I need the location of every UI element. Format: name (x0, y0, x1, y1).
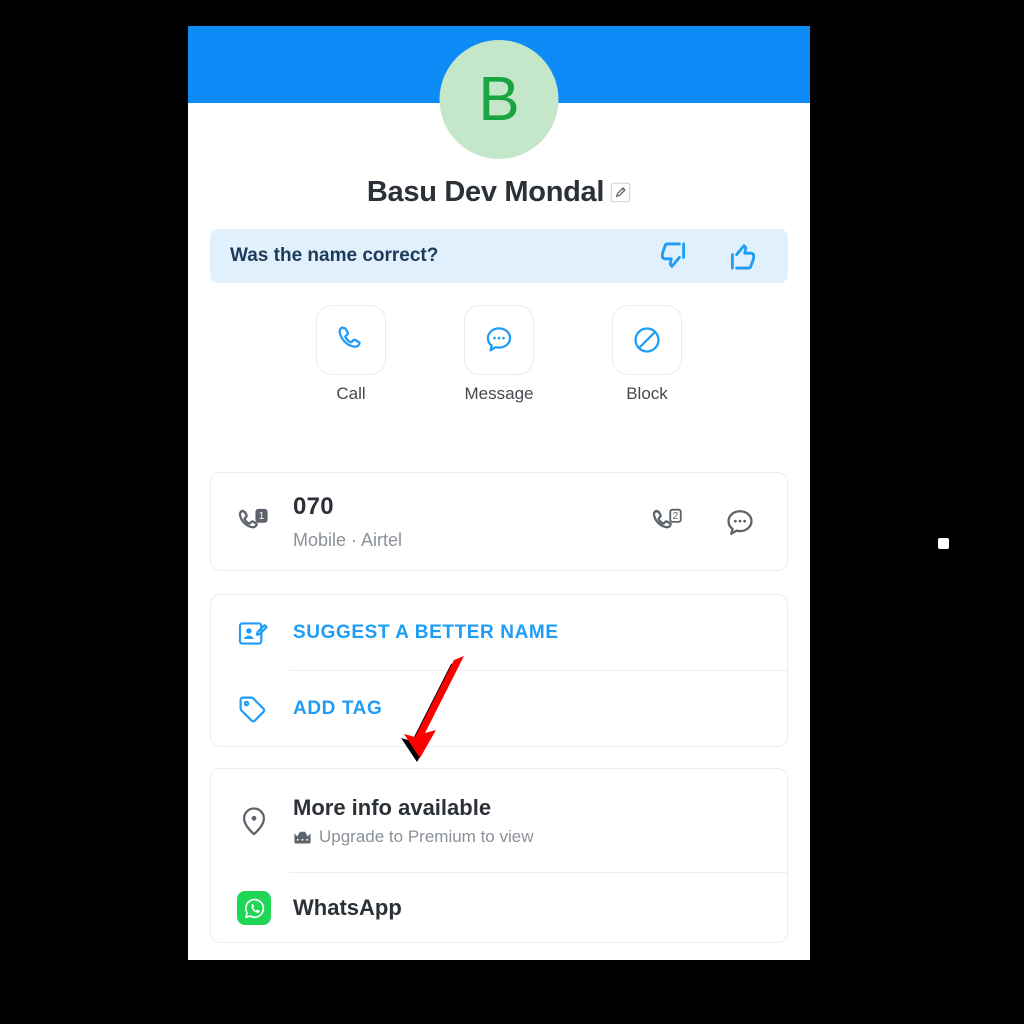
more-info-card: More info available Upgrade to Premium t… (210, 768, 788, 943)
quick-action-block[interactable]: Block (610, 305, 684, 404)
quick-action-label: Call (336, 384, 366, 403)
whatsapp-label: WhatsApp (293, 895, 402, 920)
suggest-better-name-row[interactable]: SUGGEST A BETTER NAME (211, 595, 787, 671)
contact-name-row: Basu Dev Mondal (188, 176, 810, 209)
screen-artifact (938, 538, 949, 549)
add-tag-row[interactable]: ADD TAG (211, 671, 787, 747)
block-tile[interactable] (612, 305, 682, 375)
screenshot-canvas: B Basu Dev Mondal Was the name correct? (0, 0, 1024, 1024)
whatsapp-icon (237, 891, 281, 925)
phone-number-card: 1 070 Mobile · Airtel 2 (210, 472, 788, 571)
suggest-name-icon (237, 618, 281, 649)
more-info-row[interactable]: More info available Upgrade to Premium t… (211, 769, 787, 873)
message-tile[interactable] (464, 305, 534, 375)
phone-number-text-block: 070 Mobile · Airtel (281, 494, 651, 550)
quick-action-message[interactable]: Message (462, 305, 536, 404)
avatar-letter: B (478, 64, 520, 134)
phone-number: 070 (293, 494, 334, 521)
feedback-question: Was the name correct? (230, 245, 439, 266)
quick-action-label: Block (626, 384, 668, 403)
location-pin-icon (237, 804, 281, 838)
more-info-text-block: More info available Upgrade to Premium t… (281, 795, 533, 847)
avatar[interactable]: B (439, 40, 559, 159)
svg-text:1: 1 (259, 510, 265, 521)
chat-bubble-icon (486, 327, 512, 352)
whatsapp-row[interactable]: WhatsApp (211, 873, 787, 943)
add-tag-label: ADD TAG (293, 698, 383, 719)
phone-screen: B Basu Dev Mondal Was the name correct? (188, 26, 810, 960)
thumbs-down-icon[interactable] (656, 239, 690, 273)
more-info-subtitle-row: Upgrade to Premium to view (293, 827, 533, 847)
crown-icon (293, 830, 312, 845)
quick-actions-row: Call Message Block (188, 305, 810, 404)
page-title: Basu Dev Mondal (366, 176, 605, 208)
feedback-actions (656, 239, 768, 273)
phone-icon (338, 326, 361, 348)
pencil-icon[interactable] (610, 182, 631, 203)
quick-action-call[interactable]: Call (314, 305, 388, 404)
block-icon (634, 327, 660, 353)
thumbs-up-icon[interactable] (726, 239, 760, 273)
call-tile[interactable] (316, 305, 386, 375)
quick-action-label: Message (464, 384, 534, 403)
suggestions-card: SUGGEST A BETTER NAME ADD TAG (210, 594, 788, 747)
svg-text:2: 2 (673, 511, 679, 522)
name-feedback-banner: Was the name correct? (210, 229, 788, 283)
phone-number-row[interactable]: 1 070 Mobile · Airtel 2 (211, 473, 787, 572)
chat-bubble-icon[interactable] (723, 506, 757, 540)
phone-sim1-icon: 1 (237, 506, 281, 540)
more-info-title: More info available (293, 795, 492, 820)
phone-number-subtitle: Mobile · Airtel (293, 529, 403, 550)
phone-sim2-icon[interactable]: 2 (651, 506, 685, 540)
suggest-better-name-label: SUGGEST A BETTER NAME (293, 622, 559, 643)
more-info-subtitle-label: Upgrade to Premium to view (319, 827, 534, 846)
phone-row-actions: 2 (651, 506, 761, 540)
tag-icon (237, 694, 281, 725)
